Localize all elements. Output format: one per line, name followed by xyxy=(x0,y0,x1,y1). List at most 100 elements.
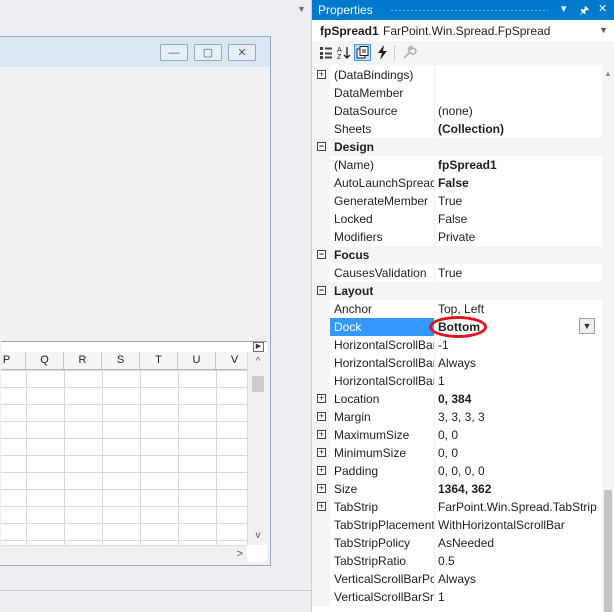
spreadsheet-cells[interactable] xyxy=(1,370,247,545)
close-icon[interactable]: ✕ xyxy=(598,2,607,15)
column-header[interactable]: U xyxy=(178,352,216,369)
property-value[interactable]: True xyxy=(438,264,602,282)
property-row[interactable]: VerticalScrollBarSm 1 xyxy=(312,588,602,606)
property-value[interactable]: 0, 0 xyxy=(438,426,602,444)
horizontal-scrollbar[interactable]: > xyxy=(1,545,247,563)
property-value[interactable]: (Collection) xyxy=(438,120,602,138)
property-value[interactable]: WithHorizontalScrollBar xyxy=(438,516,602,534)
window-menu-icon[interactable]: ▾ xyxy=(561,2,567,15)
collapse-icon[interactable]: − xyxy=(317,142,326,151)
property-row[interactable]: + Margin 3, 3, 3, 3 xyxy=(312,408,602,426)
collapse-icon[interactable]: − xyxy=(317,286,326,295)
expand-icon[interactable]: + xyxy=(317,466,326,475)
property-value[interactable]: -1 xyxy=(438,336,602,354)
property-row[interactable]: Modifiers Private xyxy=(312,228,602,246)
properties-button[interactable] xyxy=(354,44,371,61)
property-row[interactable]: Dock Bottom xyxy=(312,318,602,336)
property-value[interactable]: 3, 3, 3, 3 xyxy=(438,408,602,426)
property-row[interactable]: Sheets (Collection) xyxy=(312,120,602,138)
scroll-right-icon[interactable]: > xyxy=(237,546,243,563)
fpspread-control[interactable]: ▶ PQRSTUV ^ v > xyxy=(0,341,268,563)
property-row[interactable]: VerticalScrollBarPol Always xyxy=(312,570,602,588)
dock-dropdown-button[interactable]: ▼ xyxy=(579,318,595,334)
property-row[interactable]: AutoLaunchSpread False xyxy=(312,174,602,192)
categorized-button[interactable] xyxy=(318,44,335,61)
expand-icon[interactable]: + xyxy=(317,412,326,421)
close-button[interactable]: ✕ xyxy=(228,44,256,61)
property-value[interactable]: 0, 0, 0, 0 xyxy=(438,462,602,480)
property-value[interactable]: 1364, 362 xyxy=(438,480,602,498)
category-layout[interactable]: − Layout xyxy=(312,282,602,300)
property-grid[interactable]: + (DataBindings) DataMember DataSource (none… xyxy=(312,65,614,612)
property-pages-button[interactable] xyxy=(400,44,417,61)
property-row[interactable]: GenerateMember True xyxy=(312,192,602,210)
chevron-down-icon[interactable]: ▼ xyxy=(599,25,608,35)
property-row[interactable]: HorizontalScrollBar -1 xyxy=(312,336,602,354)
property-value[interactable]: AsNeeded xyxy=(438,534,602,552)
expand-icon[interactable]: + xyxy=(317,484,326,493)
property-row[interactable]: TabStripPolicy AsNeeded xyxy=(312,534,602,552)
category-design[interactable]: − Design xyxy=(312,138,602,156)
column-header[interactable]: P xyxy=(0,352,26,369)
property-row[interactable]: + Size 1364, 362 xyxy=(312,480,602,498)
property-row[interactable]: (Name) fpSpread1 xyxy=(312,156,602,174)
property-value[interactable]: Always xyxy=(438,354,602,372)
property-value[interactable]: (none) xyxy=(438,102,602,120)
property-row[interactable]: + TabStrip FarPoint.Win.Spread.TabStrip xyxy=(312,498,602,516)
property-row[interactable]: + Location 0, 384 xyxy=(312,390,602,408)
properties-title-bar[interactable]: Properties ▾ 🖈 ✕ xyxy=(312,0,614,20)
property-value[interactable]: True xyxy=(438,192,602,210)
category-focus[interactable]: − Focus xyxy=(312,246,602,264)
tabstrip-scroll-right-icon[interactable]: ▶ xyxy=(253,342,264,352)
property-value[interactable]: False xyxy=(438,210,602,228)
column-header[interactable]: R xyxy=(64,352,102,369)
property-row[interactable]: + Padding 0, 0, 0, 0 xyxy=(312,462,602,480)
property-value[interactable]: Bottom xyxy=(438,318,602,336)
property-row[interactable]: + MaximumSize 0, 0 xyxy=(312,426,602,444)
form-title-bar[interactable]: — ▢ ✕ xyxy=(0,37,270,67)
property-row[interactable]: Locked False xyxy=(312,210,602,228)
vertical-scrollbar[interactable]: ^ v xyxy=(247,352,268,545)
events-button[interactable] xyxy=(374,44,391,61)
property-value[interactable]: 0, 0 xyxy=(438,444,602,462)
property-value[interactable]: Private xyxy=(438,228,602,246)
property-grid-scroll-thumb[interactable] xyxy=(604,490,612,612)
property-row[interactable]: TabStripPlacement WithHorizontalScrollBar xyxy=(312,516,602,534)
properties-window[interactable]: Properties ▾ 🖈 ✕ fpSpread1 FarPoint.Win.… xyxy=(311,0,614,612)
property-row[interactable]: Anchor Top, Left xyxy=(312,300,602,318)
maximize-button[interactable]: ▢ xyxy=(194,44,222,61)
pin-icon[interactable]: 🖈 xyxy=(579,2,589,21)
property-row[interactable]: DataMember xyxy=(312,84,602,102)
property-row[interactable]: HorizontalScrollBar Always xyxy=(312,354,602,372)
form-window[interactable]: — ▢ ✕ ▶ PQRSTUV ^ v > xyxy=(0,36,271,566)
property-value[interactable]: 0, 384 xyxy=(438,390,602,408)
expand-icon[interactable]: + xyxy=(317,70,326,79)
property-row[interactable]: CausesValidation True xyxy=(312,264,602,282)
alphabetical-button[interactable]: A Z xyxy=(336,44,353,61)
property-value[interactable]: Always xyxy=(438,570,602,588)
property-value[interactable]: fpSpread1 xyxy=(438,156,602,174)
property-value[interactable]: 1 xyxy=(438,372,602,390)
column-header[interactable]: S xyxy=(102,352,140,369)
vertical-scroll-thumb[interactable] xyxy=(252,376,264,392)
expand-icon[interactable]: + xyxy=(317,502,326,511)
tab-overflow-icon[interactable]: ▼ xyxy=(297,4,306,14)
collapse-icon[interactable]: − xyxy=(317,250,326,259)
property-row[interactable]: TabStripRatio 0.5 xyxy=(312,552,602,570)
property-value[interactable]: 1 xyxy=(438,588,602,606)
form-designer-surface[interactable]: ▼ — ▢ ✕ ▶ PQRSTUV ^ v > xyxy=(0,0,311,612)
property-value[interactable]: FarPoint.Win.Spread.TabStrip xyxy=(438,498,602,516)
property-row[interactable]: DataSource (none) xyxy=(312,102,602,120)
property-value[interactable]: False xyxy=(438,174,602,192)
scroll-up-icon[interactable]: ▲ xyxy=(604,69,612,78)
object-selector[interactable]: fpSpread1 FarPoint.Win.Spread.FpSpread ▼ xyxy=(312,20,614,42)
expand-icon[interactable]: + xyxy=(317,430,326,439)
scroll-down-icon[interactable]: v xyxy=(248,530,268,541)
property-grid-scrollbar[interactable]: ▲ xyxy=(602,65,614,612)
property-value[interactable]: 0.5 xyxy=(438,552,602,570)
expand-icon[interactable]: + xyxy=(317,448,326,457)
minimize-button[interactable]: — xyxy=(160,44,188,61)
property-row[interactable]: HorizontalScrollBar 1 xyxy=(312,372,602,390)
expand-icon[interactable]: + xyxy=(317,394,326,403)
property-value[interactable]: Top, Left xyxy=(438,300,602,318)
